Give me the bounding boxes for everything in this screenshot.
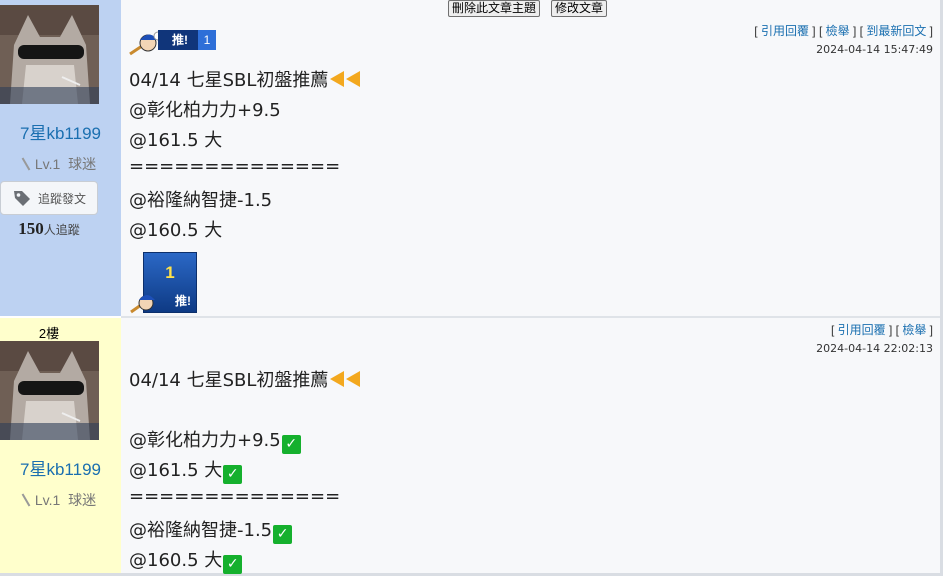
- horn-icon: [330, 371, 345, 387]
- avatar[interactable]: [0, 341, 99, 440]
- push-box-count: 1: [165, 263, 175, 282]
- rank-text: 球迷: [68, 492, 97, 508]
- check-icon: ✓: [223, 465, 243, 484]
- post-line: @裕隆納智捷-1.5 ✓: [129, 516, 293, 544]
- delete-topic-button[interactable]: 刪除此文章主題: [448, 0, 541, 17]
- push-label: 推!: [172, 33, 188, 47]
- post-line: ==============: [129, 486, 341, 507]
- track-posts-button[interactable]: 追蹤發文: [0, 181, 98, 215]
- report-link[interactable]: 檢舉: [902, 323, 926, 337]
- cat-sunglasses-avatar-image: [0, 5, 99, 104]
- horn-icon: [330, 71, 345, 87]
- post2-action-links: [ 引用回覆 ] [ 檢舉 ]: [830, 323, 933, 337]
- post-line: @161.5 大 ✓: [129, 456, 243, 484]
- check-icon: ✓: [273, 525, 293, 544]
- baseball-mascot-icon: [130, 294, 155, 314]
- push-badge[interactable]: 推! 1: [128, 28, 216, 56]
- username[interactable]: 7星kb1199: [0, 119, 121, 144]
- pencil-icon: [21, 493, 31, 507]
- cat-sunglasses-avatar-image: [0, 341, 99, 440]
- horn-icon: [346, 371, 361, 387]
- horn-icon: [346, 71, 361, 87]
- post-line: @裕隆納智捷-1.5: [129, 190, 273, 211]
- pencil-icon: [21, 157, 31, 171]
- push-count: 1: [198, 30, 216, 50]
- latest-reply-link[interactable]: 到最新回文: [866, 24, 926, 38]
- push-button[interactable]: 1 推!: [130, 252, 197, 314]
- post-line: @160.5 大: [129, 220, 223, 241]
- edit-post-button[interactable]: 修改文章: [551, 0, 608, 17]
- follower-number: 150: [18, 219, 44, 238]
- track-posts-label: 追蹤發文: [37, 191, 86, 206]
- level-text: Lv.1: [34, 156, 61, 172]
- quote-reply-link[interactable]: 引用回覆: [838, 323, 886, 337]
- user-level: Lv.1 球迷: [0, 154, 121, 174]
- level-text: Lv.1: [34, 492, 61, 508]
- check-icon: ✓: [223, 555, 243, 574]
- post-line: @160.5 大 ✓: [129, 546, 243, 574]
- tag-icon: [13, 191, 30, 206]
- post-line: @彰化柏力力+9.5 ✓: [129, 426, 301, 454]
- post-line: ==============: [129, 156, 341, 177]
- follower-suffix: 人追蹤: [43, 223, 80, 237]
- check-icon: ✓: [281, 435, 301, 454]
- rank-text: 球迷: [68, 156, 97, 172]
- post-line: @彰化柏力力+9.5: [129, 100, 281, 121]
- post-timestamp: 2024-04-14 15:47:49: [816, 43, 933, 56]
- post1-action-links: [ 引用回覆 ] [ 檢舉 ] [ 到最新回文 ]: [754, 24, 933, 38]
- post-timestamp: 2024-04-14 22:02:13: [816, 342, 933, 355]
- user-level: Lv.1 球迷: [0, 490, 121, 510]
- push-box-label: 推!: [175, 294, 191, 308]
- push-bar: 推! 1: [158, 30, 216, 50]
- post-line: 04/14 七星SBL初盤推薦: [129, 66, 361, 92]
- avatar[interactable]: [0, 5, 99, 104]
- floor-number: 2樓: [38, 326, 60, 341]
- follower-count: 150人追蹤: [0, 219, 98, 239]
- quote-reply-link[interactable]: 引用回覆: [761, 24, 809, 38]
- report-link[interactable]: 檢舉: [826, 24, 850, 38]
- username[interactable]: 7星kb1199: [0, 455, 121, 480]
- post-line: 04/14 七星SBL初盤推薦: [129, 366, 361, 392]
- post-line: @161.5 大: [129, 130, 223, 151]
